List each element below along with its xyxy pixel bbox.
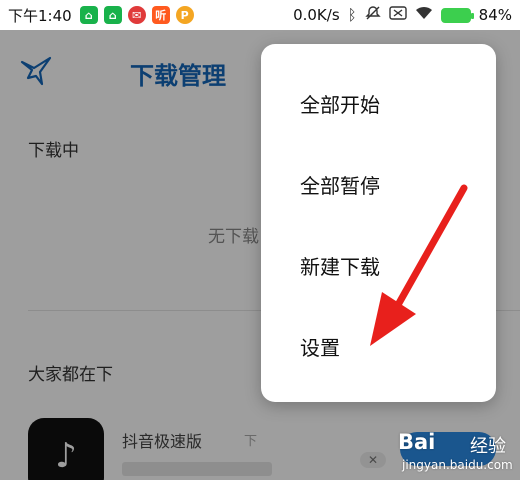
watermark-brand: Bai bbox=[398, 430, 436, 454]
app-notification-icon: P bbox=[175, 6, 194, 24]
baidu-jingyan-watermark: Bai 经验 jingyan.baidu.com bbox=[398, 430, 516, 476]
battery-icon bbox=[440, 7, 474, 23]
status-time: 下午1:40 bbox=[8, 6, 72, 25]
status-bar: 下午1:40 ⌂ ⌂ ✉ 听 P 0.0K/s ᛒ 84% bbox=[0, 0, 520, 30]
menu-item-start-all[interactable]: 全部开始 bbox=[261, 63, 496, 143]
annotation-arrow-icon bbox=[370, 184, 468, 346]
watermark-url: jingyan.baidu.com bbox=[402, 458, 513, 472]
app-notification-icon: ⌂ bbox=[79, 6, 98, 24]
sim-icon bbox=[388, 6, 407, 24]
app-notification-icon: ✉ bbox=[127, 6, 146, 24]
battery-percent: 84% bbox=[478, 6, 512, 24]
bluetooth-icon: ᛒ bbox=[347, 6, 357, 24]
mute-icon bbox=[364, 5, 381, 25]
network-speed: 0.0K/s bbox=[293, 6, 340, 24]
watermark-text: 经验 bbox=[470, 436, 506, 457]
app-notification-icon: 听 bbox=[151, 6, 170, 24]
app-notification-icon: ⌂ bbox=[103, 6, 122, 24]
wifi-icon bbox=[415, 6, 433, 24]
status-right: 0.0K/s ᛒ 84% bbox=[293, 5, 512, 25]
